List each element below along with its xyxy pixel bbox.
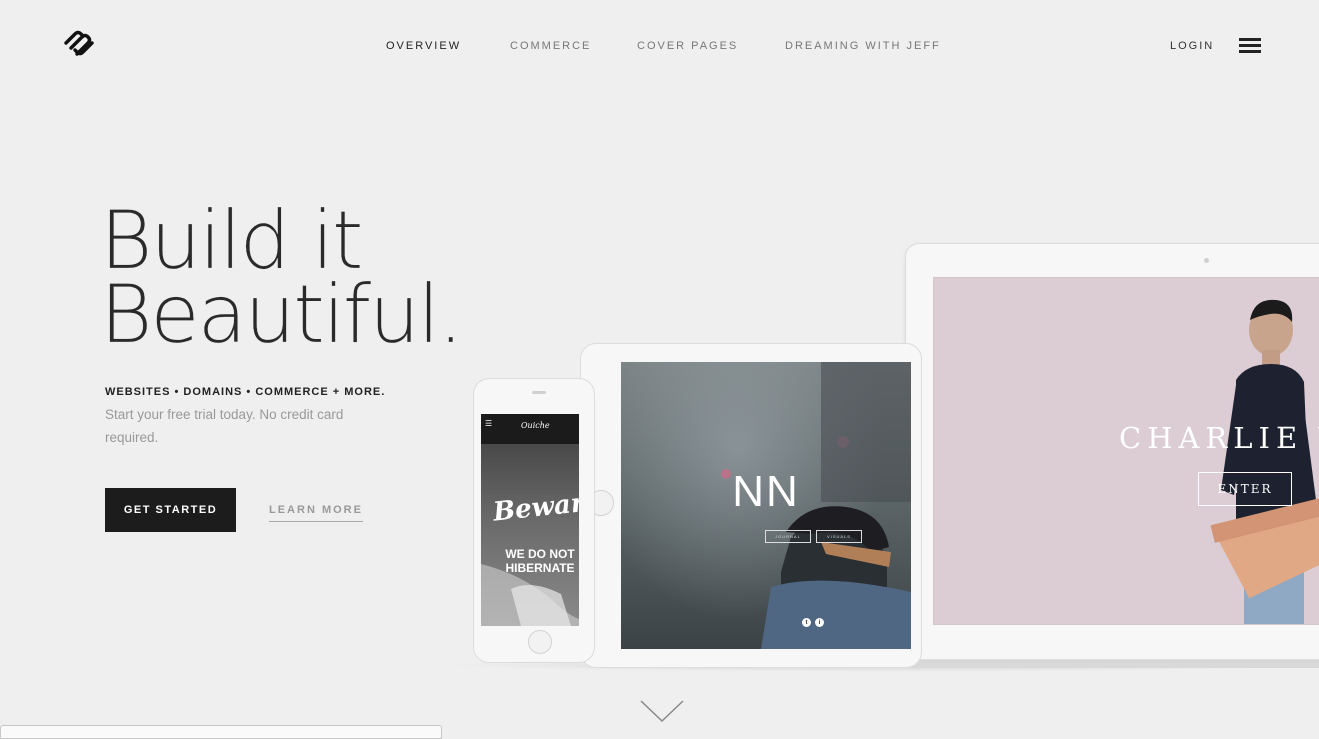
tablet-twitter-icon: t (802, 618, 811, 627)
tablet-journal-button: JOURNAL (765, 530, 811, 543)
laptop-mockup: CHARLIE Y ENTER (905, 243, 1319, 660)
headline-line-2: Beautiful. (100, 268, 464, 361)
phone-subtitle-line-1: WE DO NOT (505, 547, 575, 561)
learn-more-link[interactable]: LEARN MORE (269, 504, 363, 522)
get-started-button[interactable]: GET STARTED (105, 488, 236, 532)
phone-subtitle: WE DO NOT HIBERNATE (481, 547, 579, 575)
phone-mockup: ☰ Ouiche Beware WE DO NOT HIBERNATE (473, 378, 595, 663)
hamburger-icon[interactable] (1239, 38, 1261, 54)
hero-tagline: WEBSITES • DOMAINS • COMMERCE + MORE. (105, 386, 386, 398)
laptop-screen: CHARLIE Y ENTER (933, 277, 1319, 625)
laptop-camera (1204, 258, 1209, 263)
headline-line-1: Build it (100, 194, 364, 287)
nav-commerce[interactable]: COMMERCE (510, 40, 591, 52)
nav-dreaming-with-jeff[interactable]: DREAMING WITH JEFF (785, 40, 941, 52)
laptop-site-title: CHARLIE Y (1119, 421, 1319, 455)
phone-screen: ☰ Ouiche Beware WE DO NOT HIBERNATE (481, 414, 579, 626)
hero-subtext: Start your free trial today. No credit c… (105, 407, 344, 445)
chevron-down-icon[interactable] (640, 700, 684, 724)
phone-speaker (532, 391, 546, 394)
phone-home-button (528, 630, 552, 654)
tablet-mockup: NN JOURNAL VISUALS t i (580, 343, 922, 668)
tablet-screen: NN JOURNAL VISUALS t i (621, 362, 911, 649)
tablet-instagram-icon: i (815, 618, 824, 627)
phone-subtitle-line-2: HIBERNATE (505, 561, 575, 575)
hero-headline: Build it Beautiful. (100, 194, 464, 361)
tablet-visuals-button: VISUALS (816, 530, 862, 543)
nav-overview[interactable]: OVERVIEW (386, 40, 461, 52)
tablet-site-title: NN (732, 467, 800, 516)
model-illustration (1210, 299, 1319, 624)
laptop-enter-button: ENTER (1198, 472, 1292, 506)
nav-cover-pages[interactable]: COVER PAGES (637, 40, 738, 52)
main-nav: OVERVIEW COMMERCE COVER PAGES DREAMING W… (0, 40, 1319, 54)
login-link[interactable]: LOGIN (1170, 40, 1214, 52)
browser-status-bar (0, 725, 442, 739)
